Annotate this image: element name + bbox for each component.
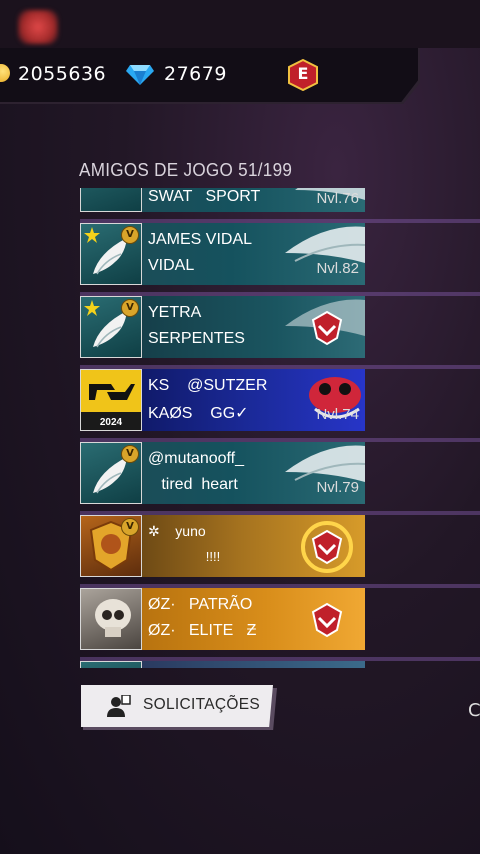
friend-card[interactable]: ✲ yuno !!!! [142, 515, 365, 577]
guild-emblem-icon [311, 310, 343, 346]
clipped-side-label[interactable]: C [468, 700, 480, 721]
friend-level: Nvl.74 [316, 406, 359, 423]
team-logo-icon: 2024 [81, 370, 141, 430]
friend-avatar: V [80, 442, 142, 504]
guild-emblem-icon [311, 602, 343, 638]
avatar-year: 2024 [100, 417, 123, 428]
friend-row[interactable]: V YETRA SERPENTES [80, 296, 480, 369]
friend-level: Nvl.82 [316, 260, 359, 277]
friend-row[interactable]: V JAMES VIDAL VIDAL Nvl.82 [80, 223, 480, 296]
friend-name-line1: JAMES VIDAL [148, 231, 253, 248]
friend-name-line1: KS @SUTZER [148, 377, 268, 394]
friend-name-line2: !!!! [148, 549, 221, 564]
friend-avatar: 2024 [80, 369, 142, 431]
star-icon [84, 300, 100, 316]
friend-avatar: V [80, 515, 142, 577]
friend-card[interactable]: YETRA SERPENTES [142, 296, 365, 358]
friend-name-line2: KAØS GG✓ [148, 405, 249, 422]
skull-icon [95, 599, 131, 637]
diamond-icon [126, 65, 154, 85]
gold-coin-count: 2055636 [18, 63, 107, 85]
star-icon [84, 227, 100, 243]
elite-pass-badge[interactable]: E [287, 58, 319, 92]
friend-level: Nvl.76 [316, 190, 359, 207]
friend-card[interactable]: SWAT SPORT Nvl.76 [142, 188, 365, 212]
verified-v-icon: V [121, 299, 139, 317]
verified-v-icon: V [121, 226, 139, 244]
friend-name: SWAT SPORT [148, 188, 261, 205]
add-friend-icon [107, 695, 131, 717]
friend-avatar: V [80, 223, 142, 285]
friend-card[interactable]: JAMES VIDAL VIDAL Nvl.82 [142, 223, 365, 285]
requests-button[interactable]: SOLICITAÇÕES [81, 685, 273, 727]
friend-name-line1: YETRA [148, 304, 202, 321]
diamond-count: 27679 [164, 63, 227, 85]
friend-level: Nvl.79 [316, 479, 359, 496]
friend-avatar [80, 661, 142, 668]
friend-avatar [80, 588, 142, 650]
player-avatar[interactable] [18, 10, 58, 44]
friend-name-line1: ✲ yuno [148, 523, 206, 539]
friend-row[interactable]: V @mutanooff_ tired heart Nvl.79 [80, 442, 480, 515]
friend-card[interactable]: KS @SUTZER KAØS GG✓ Nvl.74 [142, 369, 365, 431]
friend-card[interactable]: @mutanooff_ tired heart Nvl.79 [142, 442, 365, 504]
friend-name-line2: tired heart [148, 476, 238, 493]
friend-name-line2: ØZ· ELITE Ƶ [148, 622, 257, 639]
verified-v-icon: V [121, 445, 139, 463]
friend-name-line1: @mutanooff_ [148, 450, 245, 467]
friend-row[interactable]: ØZ· PATRÃO ØZ· ELITE Ƶ [80, 588, 480, 661]
requests-button-label: SOLICITAÇÕES [143, 696, 261, 713]
friend-name-line1: ØZ· PATRÃO [148, 596, 253, 613]
friend-card[interactable] [142, 661, 365, 668]
friend-avatar: V [80, 296, 142, 358]
friend-card[interactable]: ØZ· PATRÃO ØZ· ELITE Ƶ [142, 588, 365, 650]
friend-row[interactable]: V ✲ yuno !!!! [80, 515, 480, 588]
friend-name-line2: VIDAL [148, 257, 195, 274]
friend-name-line2: SERPENTES [148, 330, 245, 347]
friend-avatar [80, 188, 142, 212]
friend-row[interactable]: 2024 KS @SUTZER KAØS GG✓ Nvl.74 [80, 369, 480, 442]
elite-pass-letter: E [297, 64, 309, 83]
friend-row[interactable] [80, 661, 480, 668]
guild-emblem-icon [311, 529, 343, 565]
friends-list-title: AMIGOS DE JOGO 51/199 [79, 160, 293, 180]
friend-row[interactable]: SWAT SPORT Nvl.76 [80, 188, 480, 223]
friends-list[interactable]: SWAT SPORT Nvl.76 V JAMES VIDAL VIDAL Nv… [80, 188, 480, 668]
verified-v-icon: V [121, 518, 139, 536]
top-strip [0, 0, 480, 48]
